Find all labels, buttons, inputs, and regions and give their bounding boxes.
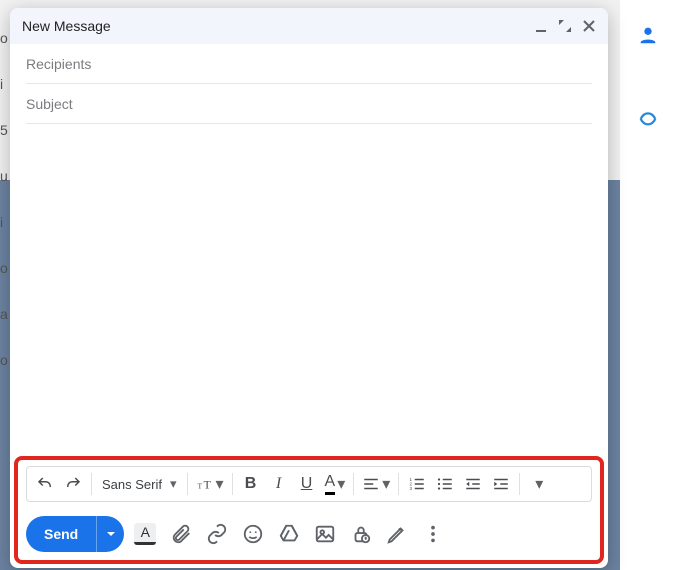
close-button[interactable]	[582, 19, 596, 33]
separator	[353, 473, 354, 495]
confidential-mode-button[interactable]	[350, 523, 372, 545]
insert-emoji-button[interactable]	[242, 523, 264, 545]
separator	[232, 473, 233, 495]
recipients-input[interactable]	[26, 56, 592, 72]
svg-text:3: 3	[410, 486, 413, 491]
minimize-button[interactable]	[534, 19, 548, 33]
separator	[187, 473, 188, 495]
insert-signature-button[interactable]	[386, 523, 408, 545]
send-options-button[interactable]	[96, 516, 124, 552]
caret-down-icon: ▾	[170, 476, 177, 492]
caret-down-icon: ▾	[535, 474, 543, 494]
compose-header: New Message	[10, 8, 608, 44]
more-options-button[interactable]	[422, 523, 444, 545]
underline-button[interactable]: U	[293, 470, 321, 498]
text-color-button[interactable]: A ▾	[321, 470, 350, 498]
redo-button[interactable]	[59, 470, 87, 498]
attach-file-button[interactable]	[170, 523, 192, 545]
underlying-inbox-edge: oi5uioao	[0, 0, 10, 570]
fullscreen-button[interactable]	[558, 19, 572, 33]
indent-more-button[interactable]	[487, 470, 515, 498]
bold-button[interactable]: B	[237, 470, 265, 498]
compose-action-icons: A	[134, 523, 444, 545]
svg-text:T: T	[197, 482, 202, 491]
indent-less-button[interactable]	[459, 470, 487, 498]
message-body[interactable]	[10, 124, 608, 452]
align-button[interactable]: ▾	[358, 470, 394, 498]
separator	[398, 473, 399, 495]
subject-input[interactable]	[26, 96, 592, 112]
insert-link-button[interactable]	[206, 523, 228, 545]
caret-down-icon: ▾	[337, 474, 345, 494]
more-formatting-button[interactable]: ▾	[524, 470, 552, 498]
subject-field[interactable]	[26, 84, 592, 124]
text-color-icon: A	[325, 473, 336, 495]
send-button-group: Send	[26, 516, 124, 552]
compose-fields	[10, 44, 608, 124]
insert-photo-button[interactable]	[314, 523, 336, 545]
formatting-options-button[interactable]: A	[134, 523, 156, 545]
window-controls	[534, 19, 596, 33]
svg-text:T: T	[203, 478, 211, 492]
right-side-panel	[620, 0, 675, 570]
italic-button[interactable]: I	[265, 470, 293, 498]
compose-title: New Message	[22, 18, 111, 34]
font-family-label: Sans Serif	[102, 477, 162, 492]
recipients-field[interactable]	[26, 44, 592, 84]
send-row: Send A	[26, 512, 592, 556]
undo-button[interactable]	[31, 470, 59, 498]
caret-down-icon: ▾	[382, 474, 390, 494]
addon-icon[interactable]	[637, 106, 659, 128]
profile-icon[interactable]	[637, 24, 659, 46]
insert-drive-button[interactable]	[278, 523, 300, 545]
toolbar-highlight: Sans Serif ▾ TT ▾ B I U A ▾ ▾ 123	[14, 456, 604, 564]
font-size-button[interactable]: TT ▾	[192, 470, 228, 498]
numbered-list-button[interactable]: 123	[403, 470, 431, 498]
formatting-toolbar: Sans Serif ▾ TT ▾ B I U A ▾ ▾ 123	[26, 466, 592, 502]
font-family-picker[interactable]: Sans Serif ▾	[96, 470, 183, 498]
send-button[interactable]: Send	[26, 516, 96, 552]
caret-down-icon: ▾	[216, 474, 224, 494]
separator	[519, 473, 520, 495]
separator	[91, 473, 92, 495]
compose-window: New Message	[10, 8, 608, 568]
bulleted-list-button[interactable]	[431, 470, 459, 498]
